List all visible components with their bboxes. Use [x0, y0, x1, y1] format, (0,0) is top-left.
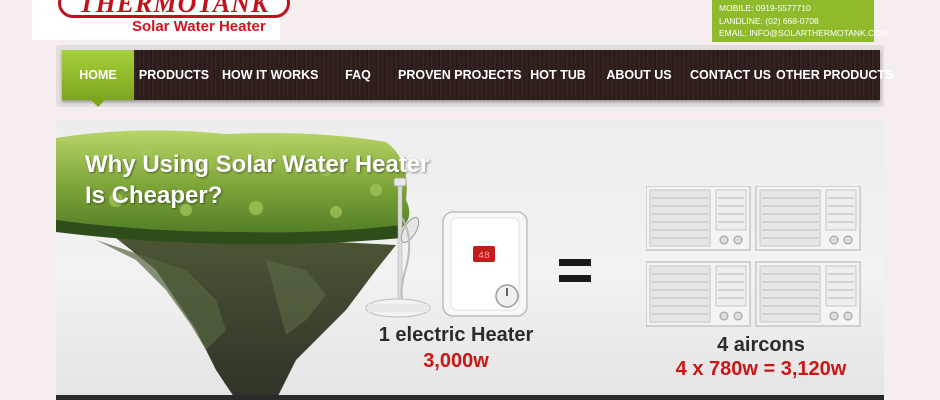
aircon-unit — [646, 186, 751, 251]
contact-email[interactable]: EMAIL: INFO@SOLARTHERMOTANK.COM — [719, 27, 888, 40]
logo-badge: THERMOTANK — [58, 0, 290, 18]
logo-wordmark: THERMOTANK — [78, 0, 270, 18]
electric-heater-image: 48 — [442, 211, 528, 317]
nav-contact-us[interactable]: CONTACT US — [690, 50, 771, 100]
banner-bottom-border — [56, 395, 884, 400]
banner-headline-line2: Is Cheaper? — [85, 182, 223, 209]
equals-sign — [559, 257, 591, 285]
nav-about-us[interactable]: ABOUT US — [606, 50, 672, 100]
logo[interactable]: THERMOTANK Solar Water Heater — [32, 0, 290, 40]
contact-landline: LANDLINE: (02) 668-0708 — [719, 15, 819, 26]
nav-how-it-works[interactable]: HOW IT WORKS — [222, 50, 319, 100]
hero-banner: Why Using Solar Water Heater Is Cheaper?… — [56, 120, 884, 400]
heater-caption: 1 electric Heater — [378, 324, 534, 346]
heater-display-text: 48 — [478, 251, 490, 262]
aircon-wattage: 4 x 780w = 3,120w — [675, 358, 847, 380]
nav-products[interactable]: PRODUCTS — [136, 50, 212, 100]
heater-wattage: 3,000w — [423, 350, 489, 372]
logo-subtitle: Solar Water Heater — [132, 18, 266, 35]
banner-headline-line1: Why Using Solar Water Heater — [85, 151, 430, 178]
contact-info-box: MOBILE: 0919-5577710 LANDLINE: (02) 668-… — [712, 0, 888, 42]
contact-mobile: MOBILE: 0919-5577710 — [719, 3, 811, 13]
aircon-caption: 4 aircons — [717, 334, 805, 356]
nav-faq[interactable]: FAQ — [334, 50, 382, 100]
nav-other-products[interactable]: OTHER PRODUCTS — [776, 50, 893, 100]
nav-home[interactable]: HOME — [62, 50, 134, 107]
nav-hot-tub[interactable]: HOT TUB — [528, 50, 588, 100]
nav-proven-projects[interactable]: PROVEN PROJECTS — [398, 50, 522, 100]
aircon-units-image — [646, 186, 861, 327]
main-nav: HOME PRODUCTS HOW IT WORKS FAQ PROVEN PR… — [62, 50, 893, 107]
banner-headline: Why Using Solar Water Heater Is Cheaper? — [85, 149, 430, 211]
